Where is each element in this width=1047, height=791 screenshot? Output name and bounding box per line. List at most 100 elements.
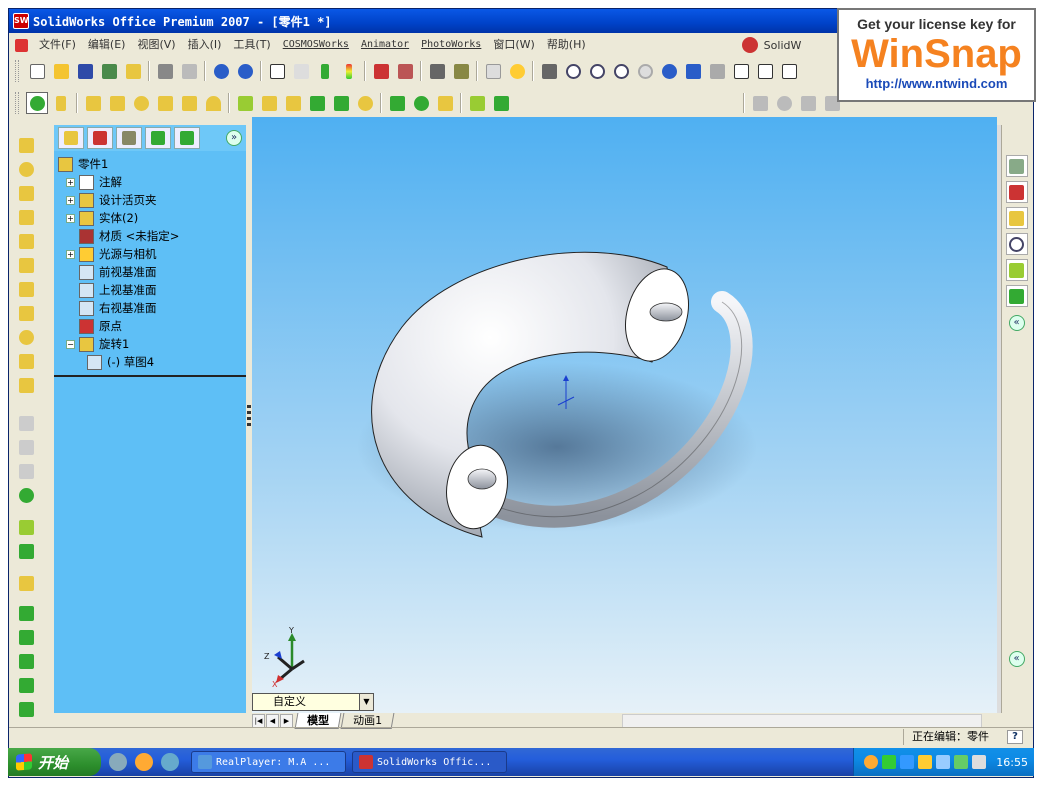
- menu-photoworks[interactable]: PhotoWorks: [415, 36, 487, 54]
- tab-prev-icon[interactable]: ◀: [266, 714, 279, 728]
- extrude-icon[interactable]: [82, 92, 104, 114]
- tree-item[interactable]: 材质 <未指定>: [54, 227, 246, 245]
- offset-surface-icon[interactable]: [15, 698, 37, 720]
- fillet-icon[interactable]: [234, 92, 256, 114]
- graphics-viewport[interactable]: Y Z X: [252, 117, 997, 713]
- open-icon[interactable]: [50, 60, 72, 82]
- horizontal-scrollbar[interactable]: [622, 714, 982, 728]
- tree-item[interactable]: + 实体(2): [54, 209, 246, 227]
- file-explorer-icon[interactable]: [1005, 207, 1028, 229]
- quicklaunch-mediaplayer-icon[interactable]: [135, 753, 153, 771]
- revolve-icon[interactable]: [130, 92, 152, 114]
- grid-icon[interactable]: [370, 60, 392, 82]
- options-icon[interactable]: [426, 60, 448, 82]
- tab-feature-manager[interactable]: [58, 127, 84, 149]
- loft-boss-icon[interactable]: [15, 206, 37, 228]
- sketch-tool-icon[interactable]: [749, 92, 771, 114]
- tray-warning-icon[interactable]: [918, 755, 933, 769]
- reference-geometry-icon[interactable]: [466, 92, 488, 114]
- tab-photoworks[interactable]: [174, 127, 200, 149]
- expand-icon[interactable]: +: [66, 213, 75, 223]
- menu-edit[interactable]: 编辑(E): [82, 36, 132, 54]
- menu-view[interactable]: 视图(V): [131, 36, 181, 54]
- make-drawing-icon[interactable]: [98, 60, 120, 82]
- pan-icon[interactable]: [682, 60, 704, 82]
- expand-icon[interactable]: +: [66, 249, 75, 259]
- tray-security-icon[interactable]: [882, 755, 897, 769]
- curves-icon[interactable]: [490, 92, 512, 114]
- help-icon[interactable]: [506, 60, 528, 82]
- search-icon[interactable]: [1005, 233, 1028, 255]
- quicklaunch-browser-icon[interactable]: [109, 753, 127, 771]
- menu-tools[interactable]: 工具(T): [227, 36, 276, 54]
- lofted-surface-icon[interactable]: [15, 674, 37, 696]
- zoom-to-area-icon[interactable]: [586, 60, 608, 82]
- design-library-icon[interactable]: [1005, 181, 1028, 203]
- circular-pattern-icon[interactable]: [410, 92, 432, 114]
- linear-pattern-icon[interactable]: [386, 92, 408, 114]
- measure-icon[interactable]: [450, 60, 472, 82]
- expand-icon[interactable]: +: [66, 177, 75, 187]
- tree-item[interactable]: + 注解: [54, 173, 246, 191]
- isometric-icon[interactable]: [778, 60, 800, 82]
- quicklaunch-ie-icon[interactable]: [161, 753, 179, 771]
- task-solidworks[interactable]: SolidWorks Offic...: [352, 751, 507, 773]
- tree-item[interactable]: 原点: [54, 317, 246, 335]
- hole-icon[interactable]: [15, 326, 37, 348]
- start-button[interactable]: 开始: [8, 748, 101, 776]
- traffic-light-icon[interactable]: [338, 60, 360, 82]
- tab-first-icon[interactable]: |◀: [252, 714, 265, 728]
- rib-icon[interactable]: [330, 92, 352, 114]
- tree-item[interactable]: + 设计活页夹: [54, 191, 246, 209]
- standard-views-icon[interactable]: [730, 60, 752, 82]
- print-preview-icon[interactable]: [178, 60, 200, 82]
- tab-dimxpert-manager[interactable]: [145, 127, 171, 149]
- sweep-icon[interactable]: [154, 92, 176, 114]
- zoom-to-fit-icon[interactable]: [562, 60, 584, 82]
- tree-item[interactable]: − 旋转1: [54, 335, 246, 353]
- surface-icon[interactable]: [15, 572, 37, 594]
- select-filter-icon[interactable]: [290, 60, 312, 82]
- new-icon[interactable]: [26, 60, 48, 82]
- zoom-selection-icon[interactable]: [634, 60, 656, 82]
- texture-icon[interactable]: [394, 60, 416, 82]
- hole-wizard-icon[interactable]: [354, 92, 376, 114]
- revolve-boss-icon[interactable]: [15, 158, 37, 180]
- tab-property-manager[interactable]: [87, 127, 113, 149]
- solidworks-menu-icon[interactable]: [10, 34, 32, 56]
- properties-icon[interactable]: [482, 60, 504, 82]
- sketch-icon[interactable]: [26, 92, 48, 114]
- boss-extrude-icon[interactable]: [15, 134, 37, 156]
- menu-cosmosworks[interactable]: COSMOSWorks: [277, 36, 355, 54]
- select-icon[interactable]: [266, 60, 288, 82]
- undo-icon[interactable]: [210, 60, 232, 82]
- expand-task-pane-icon[interactable]: «: [1008, 651, 1025, 667]
- collapse-icon[interactable]: −: [66, 339, 75, 349]
- mirror-icon[interactable]: [434, 92, 456, 114]
- menu-help[interactable]: 帮助(H): [541, 36, 592, 54]
- zoom-in-out-icon[interactable]: [610, 60, 632, 82]
- cut-extrude-icon[interactable]: [106, 92, 128, 114]
- solidworks-resources-dropdown[interactable]: SolidW: [741, 37, 801, 53]
- view-orientation-icon[interactable]: [754, 60, 776, 82]
- chevron-down-icon[interactable]: ▼: [359, 694, 373, 710]
- task-realplayer[interactable]: RealPlayer: M.A ...: [191, 751, 346, 773]
- menu-animator[interactable]: Animator: [355, 36, 415, 54]
- expand-panel-icon[interactable]: »: [226, 130, 242, 146]
- menu-insert[interactable]: 插入(I): [182, 36, 228, 54]
- rebuild-icon[interactable]: [314, 60, 336, 82]
- chamfer-side-icon[interactable]: [15, 302, 37, 324]
- sketch-arc-icon[interactable]: [773, 92, 795, 114]
- appearances-icon[interactable]: [1005, 285, 1028, 307]
- tray-input-icon[interactable]: [972, 755, 987, 769]
- make-assembly-icon[interactable]: [122, 60, 144, 82]
- tree-item[interactable]: 前视基准面: [54, 263, 246, 281]
- view-palette-icon[interactable]: [1005, 259, 1028, 281]
- previous-view-icon[interactable]: [538, 60, 560, 82]
- roll-icon[interactable]: [706, 60, 728, 82]
- print-icon[interactable]: [154, 60, 176, 82]
- tray-cpu-icon[interactable]: [954, 755, 969, 769]
- tray-network-icon[interactable]: [900, 755, 915, 769]
- revolved-surface-icon[interactable]: [15, 626, 37, 648]
- fillet-side-icon[interactable]: [15, 278, 37, 300]
